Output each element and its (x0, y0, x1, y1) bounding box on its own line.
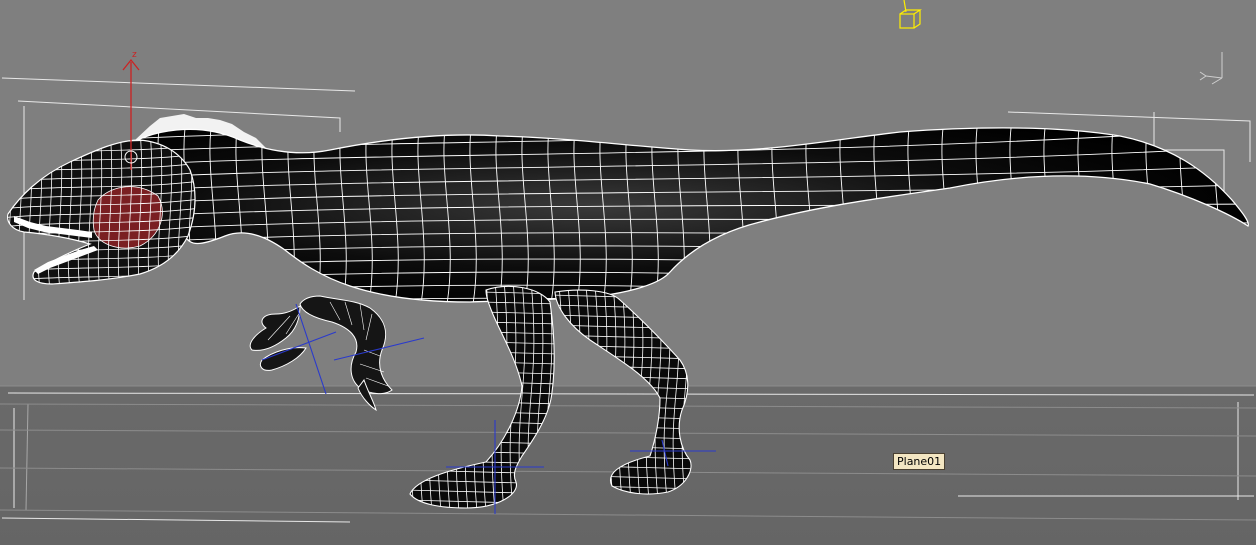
axis-tripod-icon (1199, 52, 1223, 85)
light-icon[interactable] (899, 0, 922, 29)
dinosaur-head-mesh[interactable] (0, 130, 202, 290)
ground-plane-grid (0, 385, 1256, 521)
perspective-viewport[interactable]: z Plane01 (0, 0, 1256, 545)
object-name-tooltip: Plane01 (893, 453, 946, 470)
scene-canvas[interactable]: z (0, 0, 1256, 545)
hind-leg-back[interactable] (547, 285, 700, 500)
hind-leg-front[interactable] (402, 280, 561, 514)
z-axis-label: z (132, 50, 137, 60)
forelimbs[interactable] (249, 295, 393, 412)
dinosaur-body-mesh[interactable] (100, 90, 1250, 337)
